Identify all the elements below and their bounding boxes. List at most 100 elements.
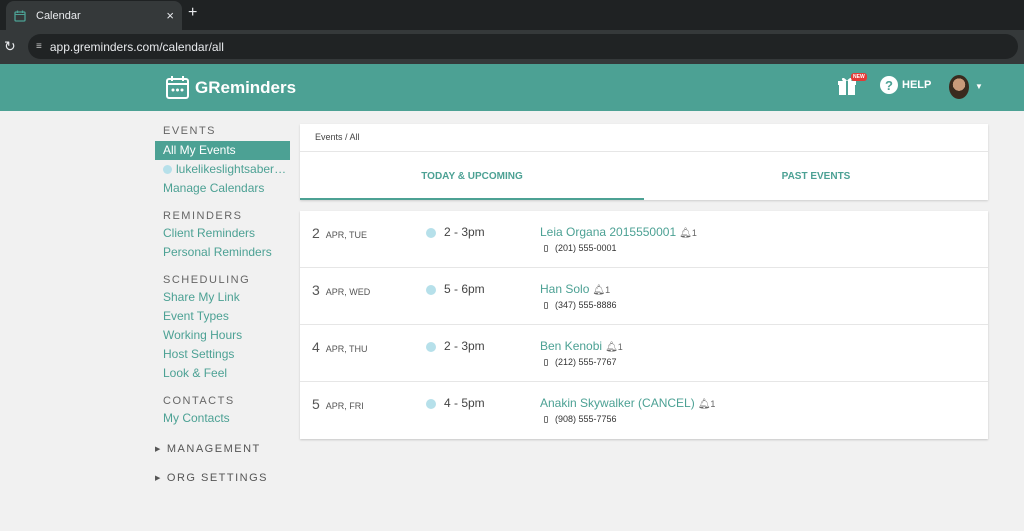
breadcrumb: Events / All [315,132,360,142]
event-name[interactable]: Han Solo 🔔︎1 [540,282,610,296]
calendar-color-dot [426,399,436,409]
sidebar-item-client-reminders[interactable]: Client Reminders [155,224,290,243]
phone-icon [544,359,548,366]
sidebar-item-host-settings[interactable]: Host Settings [155,345,290,364]
event-day: 3 [312,282,320,298]
event-day: 4 [312,339,320,355]
browser-tab[interactable]: Calendar × [6,1,182,30]
tab-close-icon[interactable]: × [166,8,174,23]
browser-tab-bar: Calendar × + [0,0,1024,30]
event-tabs: TODAY & UPCOMING PAST EVENTS [300,152,988,200]
help-button[interactable]: ? HELP [880,76,931,94]
sidebar-item-personal-reminders[interactable]: Personal Reminders [155,243,290,262]
event-phone: (212) 555-7767 [544,357,617,367]
help-label: HELP [902,79,932,91]
event-phone: (908) 555-7756 [544,414,617,424]
list-item[interactable]: 2 APR, TUE 2 - 3pm Leia Organa 201555000… [300,211,988,268]
caret-right-icon: ▶ [155,475,162,482]
management-label: MANAGEMENT [166,443,261,455]
logo-text: GReminders [195,77,297,97]
event-title: Leia Organa 2015550001 [540,225,677,239]
calendar-color-dot [163,165,172,174]
sidebar-item-share-my-link[interactable]: Share My Link [155,288,290,307]
app-header: GReminders NEW ? HELP ▼ [0,64,1024,111]
event-name[interactable]: Anakin Skywalker (CANCEL) 🔔︎1 [540,396,715,410]
event-day: 2 [312,225,320,241]
scheduling-heading: SCHEDULING [163,274,251,286]
contacts-heading: CONTACTS [163,395,235,407]
tab-past-events[interactable]: PAST EVENTS [644,152,988,200]
event-time: 2 - 3pm [444,225,485,239]
event-date: 2 APR, TUE [312,225,367,241]
phone-number: (347) 555-8886 [555,300,617,310]
tab-title: Calendar [36,9,81,22]
phone-icon [544,302,548,309]
phone-number: (201) 555-0001 [555,243,617,253]
caret-right-icon: ▶ [155,446,162,453]
list-item[interactable]: 5 APR, FRI 4 - 5pm Anakin Skywalker (CAN… [300,382,988,439]
sidebar: EVENTS All My Events lukelikeslightsaber… [155,124,290,485]
bell-icon: 🔔︎ [592,285,606,296]
org-settings-section-toggle[interactable]: ▶ ORG SETTINGS [155,471,290,485]
sidebar-item-my-contacts[interactable]: My Contacts [155,409,290,428]
bell-icon: 🔔︎ [605,342,618,353]
site-settings-icon[interactable]: ≡ [36,41,42,52]
events-list: 2 APR, TUE 2 - 3pm Leia Organa 201555000… [300,211,988,439]
event-day: 5 [312,396,320,412]
reminder-count: 1 [617,342,623,352]
sidebar-item-label: lukelikeslightsabers... [176,162,290,176]
management-section-toggle[interactable]: ▶ MANAGEMENT [155,442,290,456]
bell-icon: 🔔︎ [679,228,692,239]
org-settings-label: ORG SETTINGS [166,472,269,484]
bell-icon: 🔔︎ [697,399,711,410]
event-time: 2 - 3pm [444,339,485,353]
event-month-weekday: APR, THU [325,344,368,354]
phone-number: (212) 555-7767 [555,357,617,367]
calendar-color-dot [426,342,436,352]
sidebar-item-working-hours[interactable]: Working Hours [155,326,290,345]
event-month-weekday: APR, WED [325,287,371,297]
event-month-weekday: APR, TUE [325,230,368,240]
sidebar-item-manage-calendars[interactable]: Manage Calendars [155,179,290,198]
chevron-down-icon[interactable]: ▼ [975,82,983,91]
help-icon: ? [880,76,898,94]
sidebar-item-calendar-account[interactable]: lukelikeslightsabers... [155,160,290,179]
event-time: 5 - 6pm [444,282,485,296]
new-tab-icon[interactable]: + [188,4,197,22]
sidebar-item-event-types[interactable]: Event Types [155,307,290,326]
event-month-weekday: APR, FRI [325,401,364,411]
tab-today-upcoming[interactable]: TODAY & UPCOMING [300,152,644,200]
event-phone: (201) 555-0001 [544,243,617,253]
event-phone: (347) 555-8886 [544,300,617,310]
logo[interactable]: GReminders [165,75,296,100]
event-title: Ben Kenobi [540,339,603,353]
phone-icon [544,416,548,423]
event-name[interactable]: Ben Kenobi 🔔︎1 [540,339,623,353]
reminder-count: 1 [710,399,716,409]
event-title: Han Solo [540,282,590,296]
event-date: 5 APR, FRI [312,396,364,412]
event-date: 3 APR, WED [312,282,370,298]
events-header-card: Events / All TODAY & UPCOMING PAST EVENT… [300,124,988,200]
url-text: app.greminders.com/calendar/all [49,39,224,54]
list-item[interactable]: 3 APR, WED 5 - 6pm Han Solo 🔔︎1 (347) 555… [300,268,988,325]
reload-icon[interactable]: ↻ [4,38,18,54]
reminder-count: 1 [605,285,611,295]
phone-number: (908) 555-7756 [555,414,617,424]
events-heading: EVENTS [163,125,217,137]
sidebar-item-look-and-feel[interactable]: Look & Feel [155,364,290,383]
calendar-logo-icon [166,76,189,99]
calendar-color-dot [426,285,436,295]
avatar[interactable] [949,75,969,99]
event-name[interactable]: Leia Organa 2015550001 🔔︎1 [540,225,697,239]
phone-icon [544,245,548,252]
list-item[interactable]: 4 APR, THU 2 - 3pm Ben Kenobi 🔔︎1 (212) 5… [300,325,988,382]
url-field[interactable]: ≡ app.greminders.com/calendar/all [28,34,1018,59]
event-time: 4 - 5pm [444,396,485,410]
sidebar-item-all-my-events[interactable]: All My Events [155,141,290,160]
new-badge: NEW [851,73,867,81]
reminders-heading: REMINDERS [163,210,243,222]
event-title: Anakin Skywalker (CANCEL) [540,396,695,410]
calendar-favicon-icon [14,10,26,22]
calendar-color-dot [426,228,436,238]
